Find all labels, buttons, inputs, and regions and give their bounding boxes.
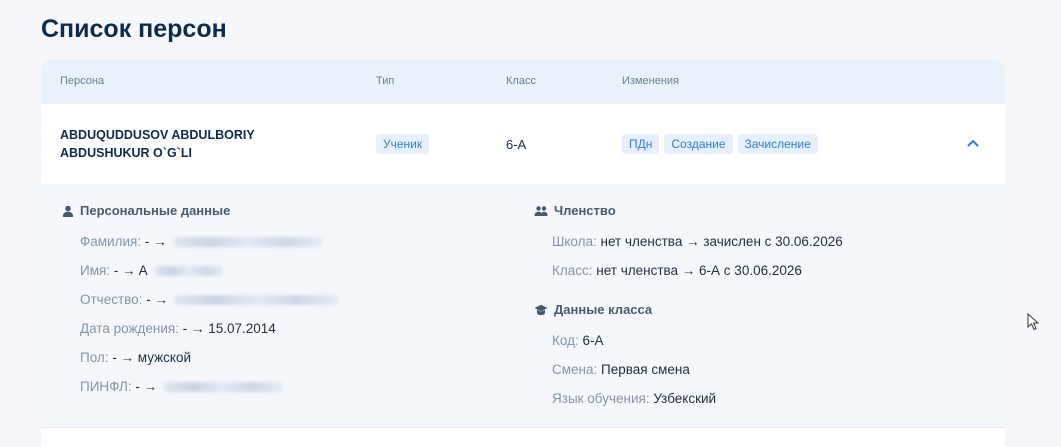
field-value: Первая смена: [601, 362, 690, 377]
field-label: Школа:: [552, 234, 597, 249]
person-icon: [62, 205, 74, 217]
mouse-cursor-icon: [1027, 312, 1040, 336]
masked-value: [173, 294, 339, 305]
column-header-changes: Изменения: [622, 75, 679, 87]
class-data-section-title: Данные класса: [534, 302, 652, 317]
field-value: нет членства → зачислен с 30.06.2026: [600, 234, 843, 249]
field-value: - → мужской: [112, 350, 192, 365]
person-name-line1: ABDUQUDDUSOV ABDULBORIY: [60, 128, 255, 142]
column-header-person: Персона: [60, 75, 105, 87]
field-label: Пол:: [80, 350, 109, 365]
row-details: Персональные данные Фамилия: - → Имя: - …: [41, 184, 1005, 428]
field-label: Фамилия:: [80, 234, 142, 249]
membership-section-title: Членство: [534, 203, 616, 218]
field-language: Язык обучения: Узбекский: [552, 391, 716, 406]
field-value: - → 15.07.2014: [182, 321, 276, 336]
personal-data-title: Персональные данные: [80, 203, 231, 218]
field-school: Школа: нет членства → зачислен с 30.06.2…: [552, 234, 843, 249]
class-cell: 6-A: [506, 137, 527, 152]
change-badge-enrollment: Зачисление: [737, 134, 818, 154]
field-class-membership: Класс: нет членства → 6-А с 30.06.2026: [552, 263, 802, 278]
field-label: ПИНФЛ:: [80, 379, 132, 394]
field-pinfl: ПИНФЛ: - →: [80, 379, 284, 394]
field-value: нет членства → 6-А с 30.06.2026: [596, 263, 802, 278]
field-value: - →: [144, 234, 167, 249]
field-label: Язык обучения:: [552, 391, 650, 406]
field-birth-date: Дата рождения: - → 15.07.2014: [80, 321, 276, 336]
personal-data-section-title: Персональные данные: [62, 203, 230, 218]
chevron-up-icon[interactable]: [965, 135, 981, 151]
field-first-name: Имя: - → A: [80, 263, 224, 278]
change-badge-pdn: ПДн: [622, 134, 660, 154]
column-header-class: Класс: [506, 75, 536, 87]
changes-list: ПДн Создание Зачисление: [622, 134, 818, 154]
page-title: Список персон: [41, 15, 227, 43]
field-patronymic: Отчество: - →: [80, 292, 339, 307]
change-badge-creation: Создание: [664, 134, 733, 154]
field-value: Узбекский: [653, 391, 717, 406]
field-label: Смена:: [552, 362, 598, 377]
field-surname: Фамилия: - →: [80, 234, 323, 249]
field-value: 6-A: [582, 333, 604, 348]
field-value: - →: [135, 379, 158, 394]
field-label: Дата рождения:: [80, 321, 179, 336]
graduation-cap-icon: [534, 304, 548, 316]
type-badge: Ученик: [376, 134, 430, 154]
masked-value: [163, 381, 284, 392]
group-icon: [534, 205, 548, 217]
table-header: Персона Тип Класс Изменения: [41, 60, 1005, 104]
person-name: ABDUQUDDUSOV ABDULBORIY ABDUSHUKUR O`G`L…: [60, 126, 360, 162]
field-label: Код:: [552, 333, 579, 348]
next-row: [41, 428, 1005, 447]
field-shift: Смена: Первая смена: [552, 362, 690, 377]
field-value: - → A: [113, 263, 148, 278]
masked-value: [153, 265, 224, 276]
column-header-type: Тип: [376, 75, 395, 87]
field-label: Класс:: [552, 263, 593, 278]
field-gender: Пол: - → мужской: [80, 350, 191, 365]
field-label: Имя:: [80, 263, 111, 278]
table-row[interactable]: ABDUQUDDUSOV ABDULBORIY ABDUSHUKUR O`G`L…: [41, 104, 1005, 184]
masked-value: [172, 236, 323, 247]
field-label: Отчество:: [80, 292, 143, 307]
class-data-title: Данные класса: [554, 302, 653, 317]
person-name-line2: ABDUSHUKUR O`G`LI: [60, 146, 192, 160]
field-class-code: Код: 6-A: [552, 333, 604, 348]
persons-table: Персона Тип Класс Изменения ABDUQUDDUSOV…: [41, 60, 1005, 447]
field-value: - →: [146, 292, 168, 307]
membership-title: Членство: [554, 203, 616, 218]
